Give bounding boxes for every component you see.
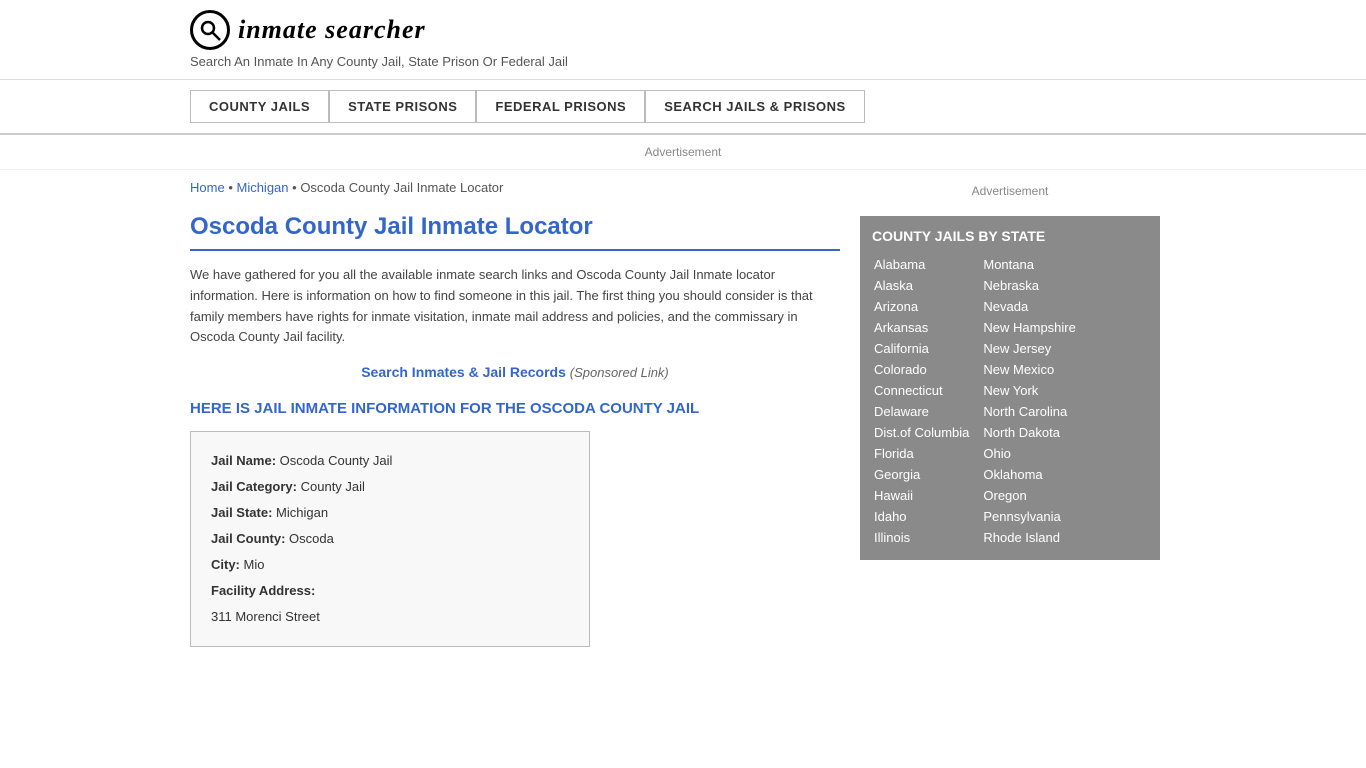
state-link-connecticut[interactable]: Connecticut [872, 380, 971, 401]
jail-name-row: Jail Name: Oscoda County Jail [211, 448, 569, 474]
state-link-nevada[interactable]: Nevada [981, 296, 1077, 317]
state-link-colorado[interactable]: Colorado [872, 359, 971, 380]
jail-state-label: Jail State: [211, 505, 272, 520]
state-link-north-carolina[interactable]: North Carolina [981, 401, 1077, 422]
page-title: Oscoda County Jail Inmate Locator [190, 213, 840, 251]
nav-list: COUNTY JAILS STATE PRISONS FEDERAL PRISO… [190, 90, 1176, 123]
city-value: Mio [244, 557, 265, 572]
description: We have gathered for you all the availab… [190, 265, 840, 348]
state-link-oregon[interactable]: Oregon [981, 485, 1077, 506]
sidebar: Advertisement COUNTY JAILS BY STATE Alab… [860, 180, 1160, 647]
state-box-title: COUNTY JAILS BY STATE [872, 228, 1148, 244]
state-link-new-york[interactable]: New York [981, 380, 1077, 401]
jail-county-value: Oscoda [289, 531, 334, 546]
logo-area: inmate searcher [190, 10, 1176, 50]
nav-link-state-prisons[interactable]: STATE PRISONS [329, 90, 476, 123]
jail-state-value: Michigan [276, 505, 328, 520]
facility-address-label: Facility Address: [211, 578, 569, 604]
jail-info-box: Jail Name: Oscoda County Jail Jail Categ… [190, 431, 590, 647]
state-link-new-mexico[interactable]: New Mexico [981, 359, 1077, 380]
jail-category-label: Jail Category: [211, 479, 297, 494]
logo-icon [190, 10, 230, 50]
facility-address-value: 311 Morenci Street [211, 604, 569, 630]
nav-link-county-jails[interactable]: COUNTY JAILS [190, 90, 329, 123]
nav-link-search[interactable]: SEARCH JAILS & PRISONS [645, 90, 864, 123]
state-link-arkansas[interactable]: Arkansas [872, 317, 971, 338]
state-link-north-dakota[interactable]: North Dakota [981, 422, 1077, 443]
tagline: Search An Inmate In Any County Jail, Sta… [190, 54, 1176, 69]
jail-state-row: Jail State: Michigan [211, 500, 569, 526]
state-link-california[interactable]: California [872, 338, 971, 359]
jail-category-value: County Jail [301, 479, 365, 494]
state-link-idaho[interactable]: Idaho [872, 506, 971, 527]
state-link-pennsylvania[interactable]: Pennsylvania [981, 506, 1077, 527]
state-col-right: MontanaNebraskaNevadaNew HampshireNew Je… [981, 254, 1077, 548]
sponsored-link-text[interactable]: Search Inmates & Jail Records [361, 364, 566, 380]
breadcrumb-current: Oscoda County Jail Inmate Locator [300, 180, 503, 195]
state-link-alabama[interactable]: Alabama [872, 254, 971, 275]
state-col-left: AlabamaAlaskaArizonaArkansasCaliforniaCo… [872, 254, 971, 548]
state-link-rhode-island[interactable]: Rhode Island [981, 527, 1077, 548]
sponsored-link: Search Inmates & Jail Records (Sponsored… [190, 364, 840, 380]
nav-link-federal-prisons[interactable]: FEDERAL PRISONS [476, 90, 645, 123]
nav-item-search[interactable]: SEARCH JAILS & PRISONS [645, 90, 864, 123]
jail-name-value: Oscoda County Jail [280, 453, 393, 468]
sidebar-ad: Advertisement [860, 180, 1160, 202]
nav: COUNTY JAILS STATE PRISONS FEDERAL PRISO… [0, 80, 1366, 135]
state-link-alaska[interactable]: Alaska [872, 275, 971, 296]
state-box: COUNTY JAILS BY STATE AlabamaAlaskaArizo… [860, 216, 1160, 560]
state-link-georgia[interactable]: Georgia [872, 464, 971, 485]
jail-category-row: Jail Category: County Jail [211, 474, 569, 500]
nav-item-federal-prisons[interactable]: FEDERAL PRISONS [476, 90, 645, 123]
state-link-delaware[interactable]: Delaware [872, 401, 971, 422]
jail-name-label: Jail Name: [211, 453, 276, 468]
state-link-hawaii[interactable]: Hawaii [872, 485, 971, 506]
state-link-oklahoma[interactable]: Oklahoma [981, 464, 1077, 485]
state-link-florida[interactable]: Florida [872, 443, 971, 464]
facility-address-row: Facility Address: 311 Morenci Street [211, 578, 569, 630]
sponsored-note: (Sponsored Link) [570, 365, 669, 380]
state-link-montana[interactable]: Montana [981, 254, 1077, 275]
state-link-ohio[interactable]: Ohio [981, 443, 1077, 464]
breadcrumb: Home • Michigan • Oscoda County Jail Inm… [190, 180, 840, 195]
logo-text: inmate searcher [238, 15, 426, 45]
city-label: City: [211, 557, 240, 572]
header: inmate searcher Search An Inmate In Any … [0, 0, 1366, 80]
state-link-arizona[interactable]: Arizona [872, 296, 971, 317]
state-link-new-hampshire[interactable]: New Hampshire [981, 317, 1077, 338]
state-link-dist.of-columbia[interactable]: Dist.of Columbia [872, 422, 971, 443]
jail-county-label: Jail County: [211, 531, 285, 546]
state-link-nebraska[interactable]: Nebraska [981, 275, 1077, 296]
state-columns: AlabamaAlaskaArizonaArkansasCaliforniaCo… [872, 254, 1148, 548]
jail-info-heading: HERE IS JAIL INMATE INFORMATION FOR THE … [190, 400, 840, 417]
nav-item-county-jails[interactable]: COUNTY JAILS [190, 90, 329, 123]
ad-banner: Advertisement [0, 135, 1366, 170]
nav-item-state-prisons[interactable]: STATE PRISONS [329, 90, 476, 123]
breadcrumb-home[interactable]: Home [190, 180, 225, 195]
breadcrumb-state[interactable]: Michigan [236, 180, 288, 195]
city-row: City: Mio [211, 552, 569, 578]
main-layout: Home • Michigan • Oscoda County Jail Inm… [0, 180, 1366, 647]
jail-county-row: Jail County: Oscoda [211, 526, 569, 552]
state-link-illinois[interactable]: Illinois [872, 527, 971, 548]
state-link-new-jersey[interactable]: New Jersey [981, 338, 1077, 359]
content: Home • Michigan • Oscoda County Jail Inm… [190, 180, 840, 647]
